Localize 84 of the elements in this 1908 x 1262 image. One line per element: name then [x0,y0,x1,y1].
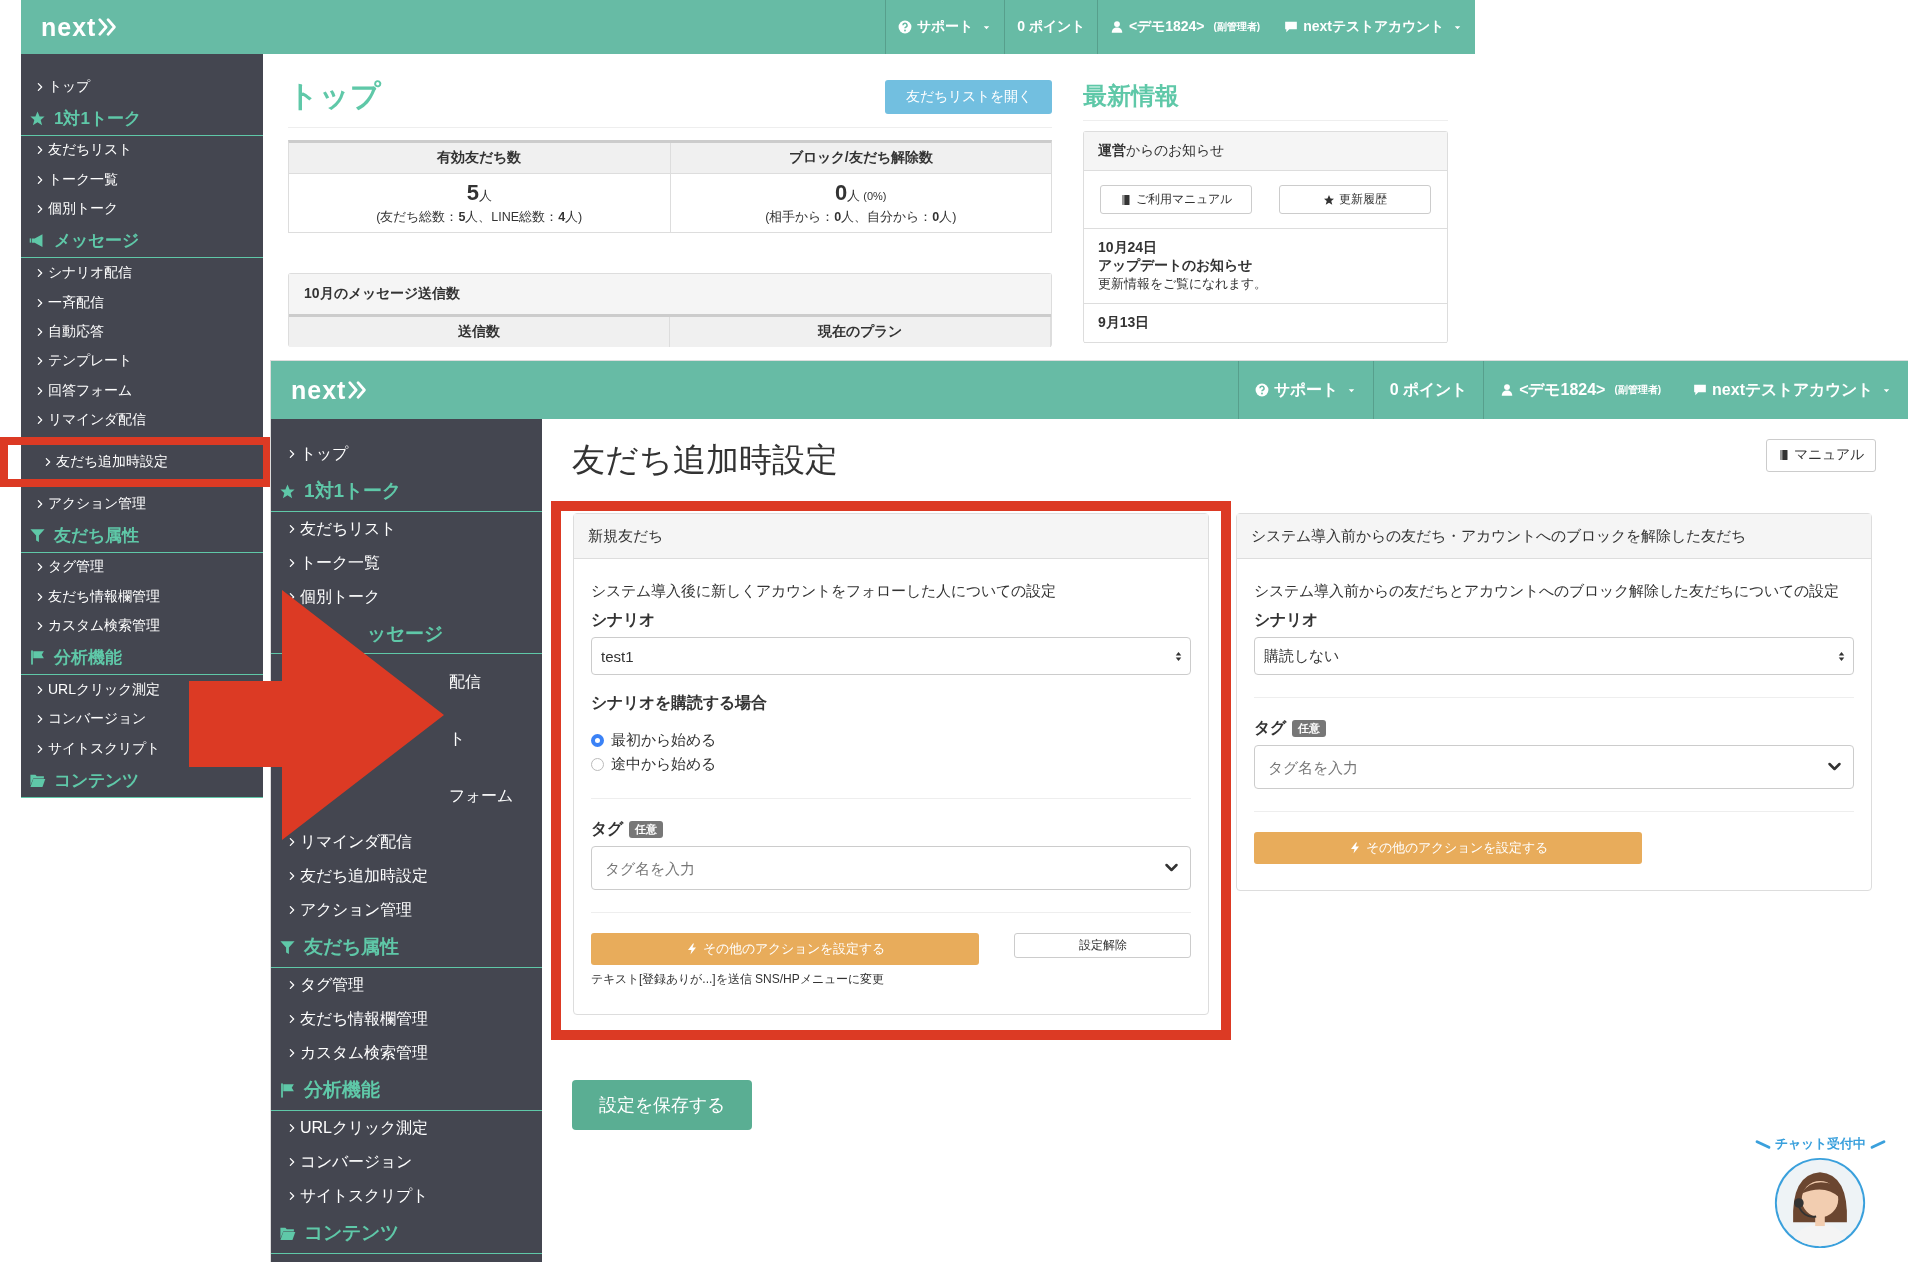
page-title: トップ [288,78,381,114]
scenario-select[interactable]: test1 [591,637,1191,675]
panel-title: 運営からのお知らせ [1084,132,1447,171]
tag-input-field[interactable]: タグ名を入力 [591,846,1191,890]
radio-label: 途中から始める [611,754,716,774]
table-header-cell: 有効友だち数 [289,143,670,174]
news-text: 更新情報をご覧になれます。 [1098,275,1268,293]
news-date: 10月24日 [1098,239,1159,257]
sidebar-item[interactable]: ト [449,711,469,768]
sidebar-item[interactable]: 自動応答 [21,317,110,347]
clear-button[interactable]: 設定解除 [1014,933,1191,958]
sidebar-item[interactable]: カスタム検索管理 [21,611,166,641]
news-button[interactable]: 更新履歴 [1279,185,1431,214]
panel-title: 10月のメッセージ送信数 [289,274,1051,314]
sidebar-item[interactable]: コンバージョン [271,1145,542,1179]
page-title: 友だち追加時設定 [572,439,838,480]
sidebar-item[interactable]: アクション管理 [271,893,542,927]
sidebar-item[interactable]: 友だちリスト [271,512,542,546]
news-button[interactable]: ご利用マニュアル [1100,185,1252,214]
news-title: アップデートのお知らせ [1098,257,1253,275]
sidebar-item[interactable]: URLクリック測定 [271,1111,542,1145]
sidebar-item[interactable]: サイトスクリプト [21,734,166,764]
stat-value: 0人 (0%) [834,180,888,206]
sidebar-heading[interactable]: 分析機能 [271,1070,542,1111]
sidebar-heading[interactable]: 友だち属性 [271,927,542,968]
logo-text: next [291,375,347,405]
sidebar-item[interactable]: アクション管理 [21,488,152,519]
news-date: 9月13日 [1098,314,1151,332]
sidebar-item[interactable]: 友だち情報欄管理 [271,1002,542,1036]
table-header-cell: ブロック/友だち解除数 [670,143,1051,174]
description-text: システム導入前からの友だちとアカウントへのブロック解除した友だちについての設定 [1254,581,1840,601]
field-label: タグ [591,819,623,839]
sidebar-item[interactable]: サイトスクリプト [271,1179,542,1213]
panel-title: 新規友だち [574,514,1208,559]
sidebar-item[interactable]: 友だち情報欄管理 [21,582,166,612]
field-label: シナリオを購読する場合 [591,693,768,713]
logo-text: next [41,12,97,42]
sidebar-heading[interactable]: 友だち属性 [21,518,263,553]
sidebar-item[interactable]: タグ管理 [21,552,110,583]
sidebar-item[interactable]: 一斉配信 [21,287,110,318]
optional-badge: 任意 [629,821,663,838]
sidebar-item[interactable]: 友だちリスト [21,135,138,166]
sidebar-heading[interactable]: メッセージ [21,224,263,259]
stat-detail: (相手から：0人、自分から：0人) [764,209,958,226]
sidebar-item[interactable]: カスタム検索管理 [271,1036,542,1070]
sidebar-item[interactable]: 回答フォーム [21,376,138,406]
sidebar-item[interactable]: 配信 [449,654,485,711]
scenario-select[interactable]: 購読しない [1254,637,1854,675]
stat-value: 5人 [465,180,493,206]
sidebar-heading[interactable]: 分析機能 [21,640,263,676]
sidebar-item[interactable]: フォーム [449,768,517,825]
sidebar-item[interactable]: シナリオ配信 [21,258,138,288]
table-header-cell: 現在のプラン [670,317,1051,347]
sidebar-item[interactable]: トップ [21,72,96,102]
sidebar-item[interactable]: テンプレート [21,346,138,377]
field-label: シナリオ [1254,610,1319,630]
sidebar-heading[interactable]: 1対1トーク [21,101,263,136]
action-summary: テキスト[登録ありが...]を送信 SNS/HPメニューに変更 [591,971,885,988]
sidebar-item[interactable]: コンバージョン [21,704,152,735]
panel-title: システム導入前からの友だち・アカウントへのブロックを解除した友だち [1237,514,1871,559]
sidebar-item[interactable]: トーク一覧 [21,165,124,195]
field-label: シナリオ [591,610,656,630]
sidebar-item[interactable]: トーク一覧 [271,546,542,580]
sidebar-item[interactable]: リマインダ配信 [21,405,152,435]
table-header-cell: 送信数 [289,317,670,347]
sidebar-item[interactable]: リマインダ配信 [271,825,542,859]
chat-status-label: チャット受付中 [1774,1135,1866,1153]
sidebar-heading[interactable]: コンテンツ [271,1213,542,1254]
sidebar-heading[interactable]: 1対1トーク [271,471,542,512]
sidebar-item[interactable]: タグ管理 [271,968,542,1002]
sidebar-item[interactable]: 個別トーク [21,194,124,225]
field-label: タグ [1254,718,1286,738]
sidebar-item[interactable]: 友だち追加時設定 [271,859,542,893]
tag-input-field[interactable]: タグ名を入力 [1254,745,1854,789]
sidebar-item[interactable]: URLクリック測定 [21,675,166,705]
stat-detail: (友だち総数：5人、LINE総数：4人) [375,209,584,226]
optional-badge: 任意 [1292,720,1326,737]
sidebar-heading[interactable]: ッセージ [367,614,447,653]
radio-label: 最初から始める [611,730,716,750]
section-title: 最新情報 [1083,76,1448,121]
sidebar-item[interactable]: 友だち追加時設定 [29,446,263,477]
manual-button[interactable]: マニュアル [1766,438,1876,472]
description-text: システム導入後に新しくアカウントをフォローした人についての設定 [591,581,1057,601]
sidebar-item[interactable]: トップ [271,437,542,471]
